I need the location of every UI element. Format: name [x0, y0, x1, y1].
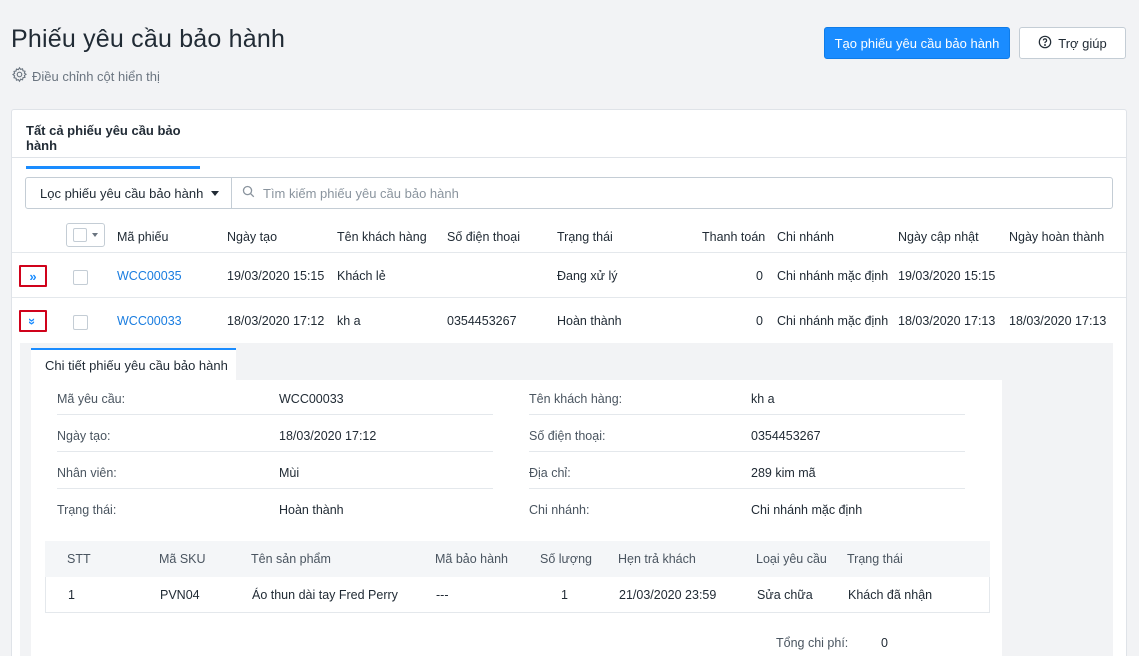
- row-checkbox[interactable]: [73, 315, 88, 330]
- col-phone[interactable]: Số điện thoại: [447, 230, 520, 244]
- detail-address-label: Địa chỉ:: [529, 466, 571, 480]
- detail-staff-label: Nhân viên:: [57, 466, 117, 480]
- item-qty: 1: [561, 588, 568, 602]
- row-status: Hoàn thành: [557, 314, 622, 328]
- warranty-list-card: Tất cả phiếu yêu cầu bảo hành Lọc phiếu …: [11, 109, 1127, 656]
- items-col-return-date: Hẹn trả khách: [618, 552, 696, 566]
- tab-all-requests[interactable]: Tất cả phiếu yêu cầu bảo hành: [26, 123, 200, 169]
- detail-status-value: Hoàn thành: [279, 503, 344, 517]
- items-col-request-type: Loại yêu cầu: [756, 552, 827, 566]
- item-request-type: Sửa chữa: [757, 588, 813, 602]
- detail-divider: [529, 451, 965, 452]
- select-all-dropdown[interactable]: [66, 223, 105, 247]
- items-col-qty: Số lượng: [540, 552, 593, 566]
- item-status: Khách đã nhận: [848, 588, 933, 602]
- double-chevron-down-icon: »: [25, 317, 41, 325]
- detail-created-label: Ngày tạo:: [57, 429, 111, 443]
- adjust-columns-label: Điều chỉnh cột hiển thị: [32, 68, 160, 84]
- tab-divider: [12, 157, 1126, 158]
- double-chevron-right-icon: »: [29, 268, 37, 284]
- row-completed: 18/03/2020 17:13: [1009, 314, 1107, 328]
- caret-down-icon: [92, 233, 98, 237]
- detail-status-label: Trạng thái:: [57, 503, 117, 517]
- col-branch[interactable]: Chi nhánh: [777, 230, 834, 244]
- detail-divider: [529, 414, 965, 415]
- select-all-checkbox[interactable]: [73, 228, 87, 242]
- row-detail-area: Chi tiết phiếu yêu cầu bảo hành Mã yêu c…: [20, 343, 1113, 656]
- detail-customer-label: Tên khách hàng:: [529, 392, 623, 406]
- header-divider: [12, 252, 1126, 253]
- help-button[interactable]: Trợ giúp: [1019, 27, 1126, 59]
- detail-phone-value: 0354453267: [751, 429, 821, 443]
- col-updated[interactable]: Ngày cập nhật: [898, 230, 979, 244]
- page-title: Phiếu yêu cầu bảo hành: [11, 25, 286, 53]
- detail-branch-label: Chi nhánh:: [529, 503, 590, 517]
- row-branch: Chi nhánh mặc định: [777, 314, 889, 328]
- detail-divider: [57, 451, 493, 452]
- detail-branch-value: Chi nhánh mặc định: [751, 503, 863, 517]
- row-branch: Chi nhánh mặc định: [777, 269, 889, 283]
- detail-code-label: Mã yêu cầu:: [57, 392, 126, 406]
- item-stt: 1: [68, 588, 75, 602]
- row-checkbox[interactable]: [73, 270, 88, 285]
- help-label: Trợ giúp: [1058, 35, 1107, 51]
- row-code-link[interactable]: WCC00033: [117, 314, 182, 328]
- row-phone: 0354453267: [447, 314, 517, 328]
- collapse-row-toggle[interactable]: »: [19, 310, 47, 332]
- detail-created-value: 18/03/2020 17:12: [279, 429, 377, 443]
- items-col-status: Trạng thái: [847, 552, 903, 566]
- search-box: [232, 178, 1112, 208]
- row-customer: Khách lẻ: [337, 269, 386, 283]
- tab-request-detail[interactable]: Chi tiết phiếu yêu cầu bảo hành: [31, 348, 236, 380]
- total-cost-label: Tổng chi phí:: [776, 636, 849, 650]
- col-completed[interactable]: Ngày hoàn thành: [1009, 230, 1104, 244]
- detail-phone-label: Số điện thoại:: [529, 429, 606, 443]
- row-payment: 0: [756, 314, 763, 328]
- col-code[interactable]: Mã phiếu: [117, 230, 168, 244]
- row-customer: kh a: [337, 314, 361, 328]
- detail-code-link[interactable]: WCC00033: [279, 392, 344, 406]
- items-col-warranty-code: Mã bảo hành: [435, 552, 508, 566]
- row-payment: 0: [756, 269, 763, 283]
- expand-row-toggle[interactable]: »: [19, 265, 47, 287]
- detail-divider: [529, 488, 965, 489]
- search-icon: [242, 185, 255, 201]
- detail-staff-value: Mùi: [279, 466, 300, 480]
- create-warranty-request-button[interactable]: Tạo phiếu yêu cầu bảo hành: [824, 27, 1010, 59]
- filter-label: Lọc phiếu yêu cầu bảo hành: [40, 185, 204, 201]
- row-code-link[interactable]: WCC00035: [117, 269, 182, 283]
- row-updated: 18/03/2020 17:13: [898, 314, 996, 328]
- detail-customer-link[interactable]: kh a: [751, 392, 775, 406]
- search-input[interactable]: [263, 185, 1112, 201]
- row-divider: [12, 297, 1126, 298]
- col-status[interactable]: Trạng thái: [557, 230, 613, 244]
- question-icon: [1038, 35, 1052, 52]
- row-created: 18/03/2020 17:12: [227, 314, 325, 328]
- col-payment[interactable]: Thanh toán: [702, 230, 765, 244]
- detail-panel: Mã yêu cầu: WCC00033 Ngày tạo: 18/03/202…: [31, 380, 1002, 656]
- gear-icon: [11, 66, 28, 86]
- item-sku-link[interactable]: PVN04: [160, 588, 200, 602]
- item-warranty-code: ---: [436, 588, 449, 602]
- items-table-header: STT Mã SKU Tên sản phẩm Mã bảo hành Số l…: [45, 541, 990, 577]
- items-col-sku: Mã SKU: [159, 552, 206, 566]
- filter-bar: Lọc phiếu yêu cầu bảo hành: [25, 177, 1113, 209]
- row-updated: 19/03/2020 15:15: [898, 269, 996, 283]
- items-col-stt: STT: [67, 552, 91, 566]
- row-status: Đang xử lý: [557, 269, 618, 283]
- col-created[interactable]: Ngày tạo: [227, 230, 277, 244]
- row-created: 19/03/2020 15:15: [227, 269, 325, 283]
- adjust-columns-link[interactable]: Điều chỉnh cột hiển thị: [11, 66, 160, 86]
- col-customer[interactable]: Tên khách hàng: [337, 230, 427, 244]
- items-table-row: 1 PVN04 Áo thun dài tay Fred Perry --- 1…: [45, 577, 990, 613]
- caret-down-icon: [211, 190, 220, 196]
- item-return-date: 21/03/2020 23:59: [619, 588, 717, 602]
- filter-dropdown[interactable]: Lọc phiếu yêu cầu bảo hành: [26, 178, 232, 208]
- total-cost-value: 0: [881, 636, 888, 650]
- detail-divider: [57, 488, 493, 489]
- detail-divider: [57, 414, 493, 415]
- item-product: Áo thun dài tay Fred Perry: [252, 588, 398, 602]
- detail-address-value: 289 kim mã: [751, 466, 816, 480]
- items-col-product: Tên sản phẩm: [251, 552, 331, 566]
